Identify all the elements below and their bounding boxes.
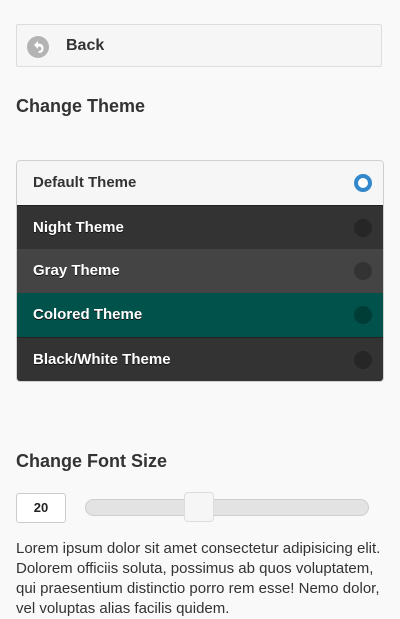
radio-icon[interactable] <box>354 174 372 192</box>
theme-item-default[interactable]: Default Theme <box>17 161 383 205</box>
sample-paragraph: Lorem ipsum dolor sit amet consectetur a… <box>16 540 381 617</box>
theme-label: Gray Theme <box>33 262 120 279</box>
theme-label: Colored Theme <box>33 306 143 323</box>
radio-icon[interactable] <box>354 219 372 237</box>
radio-icon[interactable] <box>354 351 372 369</box>
back-label: Back <box>66 37 105 54</box>
theme-list: Default Theme Night Theme Gray Theme Col… <box>16 160 384 382</box>
theme-heading: Change Theme <box>16 96 146 116</box>
theme-label: Black/White Theme <box>33 351 171 368</box>
theme-item-black-white[interactable]: Black/White Theme <box>17 337 383 381</box>
theme-item-gray[interactable]: Gray Theme <box>17 249 383 293</box>
back-arrow-icon <box>27 36 49 58</box>
font-size-heading: Change Font Size <box>16 451 168 471</box>
theme-item-colored[interactable]: Colored Theme <box>17 293 383 337</box>
font-size-slider-track[interactable] <box>85 499 369 516</box>
font-size-input[interactable]: 20 <box>16 493 66 523</box>
theme-label: Default Theme <box>33 174 137 191</box>
back-button[interactable]: Back <box>16 24 382 67</box>
radio-icon[interactable] <box>354 262 372 280</box>
font-size-slider-handle[interactable] <box>184 492 215 522</box>
theme-item-night[interactable]: Night Theme <box>17 205 383 249</box>
theme-label: Night Theme <box>33 219 124 236</box>
radio-icon[interactable] <box>354 306 372 324</box>
